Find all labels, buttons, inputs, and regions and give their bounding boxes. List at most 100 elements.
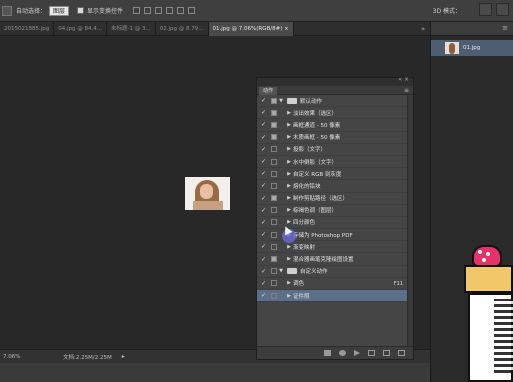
action-row[interactable]: ✓ ▶ 棕褐色调（图层）: [257, 205, 409, 217]
dialog-toggle-icon[interactable]: [271, 182, 277, 189]
dialog-toggle-icon[interactable]: [271, 207, 277, 214]
delete-icon[interactable]: [398, 350, 405, 356]
expand-right-icon[interactable]: ▶: [285, 207, 293, 213]
zoom-level[interactable]: 7.06%: [3, 354, 33, 360]
stop-icon[interactable]: [324, 350, 331, 356]
history-snapshot[interactable]: 01.jpg: [431, 40, 513, 56]
dialog-toggle-icon[interactable]: [271, 158, 277, 165]
action-row[interactable]: ✓ ▶ 混合器画笔克隆绘图设置: [257, 253, 409, 266]
action-set-row[interactable]: ✓ ▼ 默认动作: [257, 95, 409, 108]
toggle-check-icon[interactable]: ✓: [259, 97, 268, 104]
auto-select-dropdown[interactable]: 图层: [49, 5, 70, 16]
dialog-toggle-icon[interactable]: [271, 292, 277, 299]
action-row[interactable]: ✓ ▶ 水中倒影（文字）: [257, 156, 409, 169]
play-icon[interactable]: [354, 350, 360, 356]
actions-scrollbar[interactable]: [407, 95, 413, 346]
align-center-icon[interactable]: [177, 7, 185, 14]
action-label: 四分颜色: [293, 220, 316, 227]
align-top-icon[interactable]: [133, 7, 141, 14]
expand-right-icon[interactable]: ▶: [285, 195, 293, 201]
toggle-check-icon[interactable]: ✓: [259, 280, 268, 287]
expand-right-icon[interactable]: ▶: [285, 146, 293, 152]
expand-down-icon[interactable]: ▼: [277, 98, 285, 104]
panel-menu-icon[interactable]: ≡: [502, 24, 508, 32]
dialog-toggle-icon[interactable]: [271, 170, 277, 177]
toggle-check-icon[interactable]: ✓: [259, 256, 268, 263]
action-row[interactable]: ✓ ▶ 熔化的铅块: [257, 180, 409, 193]
actions-menu-icon[interactable]: ≡: [404, 86, 409, 95]
tab-doc-2[interactable]: 04.jpg @ 84.4...: [54, 22, 108, 36]
dialog-toggle-icon[interactable]: [271, 243, 277, 250]
toggle-check-icon[interactable]: ✓: [259, 195, 268, 202]
action-row[interactable]: ✓ ▶ 四分颜色: [257, 217, 409, 230]
tab-overflow-icon[interactable]: »: [418, 22, 428, 36]
expand-right-icon[interactable]: ▶: [285, 293, 293, 299]
expand-right-icon[interactable]: ▶: [285, 244, 293, 250]
toggle-check-icon[interactable]: ✓: [259, 292, 268, 299]
toggle-check-icon[interactable]: ✓: [259, 182, 268, 189]
toggle-check-icon[interactable]: ✓: [259, 231, 268, 238]
toggle-check-icon[interactable]: ✓: [259, 219, 268, 226]
tab-doc-1[interactable]: 2015021885.jpg: [0, 22, 55, 36]
move-tool-icon[interactable]: [2, 5, 12, 16]
actions-panel-titlebar[interactable]: « ×: [257, 76, 413, 86]
new-set-icon[interactable]: [368, 350, 375, 356]
expand-right-icon[interactable]: ▶: [285, 122, 293, 128]
action-row[interactable]: ✓ ▶ 调色 F11: [257, 278, 409, 290]
workspace-icon[interactable]: [496, 3, 509, 16]
expand-right-icon[interactable]: ▶: [285, 134, 293, 140]
align-right-icon[interactable]: [188, 7, 196, 14]
record-icon[interactable]: [339, 350, 346, 356]
expand-right-icon[interactable]: ▶: [285, 110, 293, 116]
toggle-check-icon[interactable]: ✓: [259, 109, 268, 116]
action-set-row[interactable]: ✓ ▼ 自定义动作: [257, 266, 409, 278]
dialog-toggle-icon[interactable]: [271, 256, 277, 263]
dialog-toggle-icon[interactable]: [271, 231, 277, 238]
expand-right-icon[interactable]: ▶: [285, 280, 293, 286]
toggle-check-icon[interactable]: ✓: [259, 207, 268, 214]
dialog-toggle-icon[interactable]: [271, 219, 277, 226]
new-action-icon[interactable]: [383, 350, 390, 356]
action-row[interactable]: ✓ ▶ 淡出效果（选区）: [257, 107, 409, 120]
document-image[interactable]: [185, 177, 230, 210]
action-row[interactable]: ✓ ▶ 木质画框 - 50 像素: [257, 132, 409, 144]
options-bar: 自动选择： 图层 显示变换控件 3D 模式：: [0, 0, 513, 22]
action-row[interactable]: ✓ ▶ 制作剪贴路径（选区）: [257, 193, 409, 205]
tab-doc-4[interactable]: 02.jpg @ 8.79...: [156, 22, 209, 36]
action-row[interactable]: ✓▶存储为 Photoshop PDF: [257, 229, 409, 242]
action-row[interactable]: ✓ ▶ 证件照: [257, 290, 409, 303]
expand-right-icon[interactable]: ▶: [285, 183, 293, 189]
dialog-toggle-icon[interactable]: [271, 121, 277, 128]
dialog-toggle-icon[interactable]: [271, 109, 277, 116]
expand-down-icon[interactable]: ▼: [277, 268, 285, 274]
orbit-3d-icon[interactable]: [479, 3, 492, 16]
tab-doc-3[interactable]: 未标题-1 @ 3...: [107, 22, 156, 36]
dialog-toggle-icon[interactable]: [271, 134, 277, 141]
toggle-check-icon[interactable]: ✓: [259, 243, 268, 250]
expand-right-icon[interactable]: ▶: [285, 159, 293, 165]
tab-doc-active[interactable]: 01.jpg @ 7.06%(RGB/8#) ×: [208, 22, 294, 36]
align-middle-icon[interactable]: [144, 7, 152, 14]
toggle-check-icon[interactable]: ✓: [259, 134, 268, 141]
action-row[interactable]: ✓ ▶ 自定义 RGB 到灰度: [257, 168, 409, 181]
action-row[interactable]: ✓ ▶ 渐变映射: [257, 241, 409, 254]
toggle-check-icon[interactable]: ✓: [259, 268, 268, 275]
expand-right-icon[interactable]: ▶: [285, 256, 293, 262]
action-row[interactable]: ✓ ▶ 投影（文字）: [257, 144, 409, 156]
toggle-check-icon[interactable]: ✓: [259, 170, 268, 177]
dialog-toggle-icon[interactable]: [271, 280, 277, 287]
action-row[interactable]: ✓ ▶ 画框通道 - 50 像素: [257, 119, 409, 132]
toggle-check-icon[interactable]: ✓: [259, 158, 268, 165]
align-left-icon[interactable]: [166, 7, 174, 14]
toggle-check-icon[interactable]: ✓: [259, 121, 268, 128]
expand-right-icon[interactable]: ▶: [285, 171, 293, 177]
status-menu-arrow-icon[interactable]: ▸: [122, 353, 125, 360]
dialog-toggle-icon[interactable]: [271, 146, 277, 153]
panel-collapse-close-icon[interactable]: « ×: [398, 76, 409, 83]
tab-actions[interactable]: 动作: [259, 87, 278, 95]
align-bottom-icon[interactable]: [155, 7, 163, 14]
dialog-toggle-icon[interactable]: [271, 195, 277, 202]
align-buttons: [133, 7, 196, 14]
toggle-check-icon[interactable]: ✓: [259, 146, 268, 153]
show-transform-checkbox[interactable]: [77, 7, 85, 14]
